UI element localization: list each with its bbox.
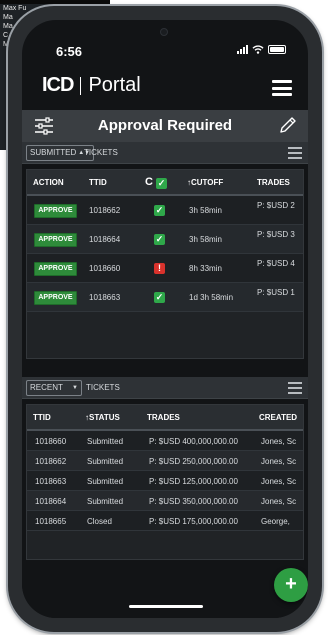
status-cell: Submitted: [87, 437, 124, 446]
signal-icon: [237, 45, 248, 54]
checkmark-icon: ✓: [154, 292, 165, 303]
table-row[interactable]: 1018664 Submitted P: $USD 350,000,000.00…: [27, 491, 303, 511]
trades-cell: P: $USD 4: [257, 259, 295, 268]
approval-rows: APPROVE 1018662 ✓ 3h 58min P: $USD 2 APP…: [27, 196, 303, 312]
col-check[interactable]: C ✓: [145, 176, 168, 189]
status-cell: Submitted: [87, 477, 124, 486]
hamburger-icon[interactable]: [272, 80, 292, 96]
page-title: Approval Required: [97, 117, 233, 134]
ttid-cell: 1018662: [35, 457, 67, 466]
status-filter-value: SUBMITTED: [30, 148, 77, 157]
approval-table-header: ACTION TTID C ✓ ↑CUTOFF TRADES: [27, 170, 303, 196]
created-cell: George,: [261, 517, 290, 526]
status-cell: Closed: [87, 517, 112, 526]
alert-icon: !: [154, 263, 165, 274]
trades-cell: P: $USD 350,000,000.00: [149, 497, 238, 506]
add-ticket-button[interactable]: +: [274, 568, 308, 602]
col-action[interactable]: ACTION: [33, 178, 64, 187]
trades-cell: P: $USD 400,000,000.00: [149, 437, 238, 446]
col-trades[interactable]: TRADES: [147, 413, 180, 422]
cutoff-cell: 8h 33min: [189, 264, 222, 273]
col-status[interactable]: ↑STATUS: [85, 413, 120, 422]
trades-cell: P: $USD 250,000,000.00: [149, 457, 238, 466]
status-icons: [237, 45, 286, 54]
status-time: 6:56: [56, 44, 83, 59]
logo-mark: ICD: [42, 74, 74, 96]
approve-button[interactable]: APPROVE: [34, 233, 77, 247]
ttid-cell: 1018660: [89, 264, 121, 273]
trades-cell: P: $USD 125,000,000.00: [149, 477, 238, 486]
table-row[interactable]: 1018663 Submitted P: $USD 125,000,000.00…: [27, 471, 303, 491]
col-ttid[interactable]: TTID: [33, 413, 51, 422]
home-indicator[interactable]: [129, 605, 203, 608]
created-cell: Jones, Sc: [261, 477, 297, 486]
logo-divider: [80, 76, 82, 95]
cutoff-cell: 3h 58min: [189, 235, 222, 244]
col-trades[interactable]: TRADES: [257, 178, 290, 187]
status-bar: 6:56: [22, 20, 308, 66]
table-row[interactable]: APPROVE 1018664 ✓ 3h 58min P: $USD 3: [27, 225, 303, 254]
list-menu-icon[interactable]: [288, 147, 302, 159]
col-cutoff[interactable]: ↑CUTOFF: [187, 178, 223, 187]
ttid-cell: 1018660: [35, 437, 67, 446]
ttid-cell: 1018663: [89, 293, 121, 302]
battery-icon: [268, 45, 286, 54]
table-row[interactable]: APPROVE 1018662 ✓ 3h 58min P: $USD 2: [27, 196, 303, 225]
tickets-label: TICKETS: [86, 383, 120, 392]
bottom-area: [22, 560, 308, 618]
camera-icon: [160, 28, 168, 36]
col-cutoff-label: CUTOFF: [191, 178, 224, 187]
page-titlebar: Approval Required: [22, 110, 308, 142]
table-row[interactable]: APPROVE 1018660 ! 8h 33min P: $USD 4: [27, 254, 303, 283]
recent-tickets-table: TTID ↑STATUS TRADES CREATED 1018660 Subm…: [26, 404, 304, 560]
ttid-cell: 1018663: [35, 477, 67, 486]
table-row[interactable]: 1018660 Submitted P: $USD 400,000,000.00…: [27, 431, 303, 451]
status-cell: Submitted: [87, 497, 124, 506]
ttid-cell: 1018665: [35, 517, 67, 526]
trades-cell: P: $USD 175,000,000.00: [149, 517, 238, 526]
trades-cell: P: $USD 3: [257, 230, 295, 239]
chevron-down-icon: ▼: [72, 385, 78, 391]
cutoff-cell: 1d 3h 58min: [189, 293, 234, 302]
col-ttid[interactable]: TTID: [89, 178, 107, 187]
wifi-icon: [252, 45, 264, 54]
table-row[interactable]: 1018665 Closed P: $USD 175,000,000.00 Ge…: [27, 511, 303, 531]
cutoff-cell: 3h 58min: [189, 206, 222, 215]
app-header: ICD Portal: [22, 66, 308, 110]
ttid-cell: 1018664: [89, 235, 121, 244]
table-row[interactable]: 1018662 Submitted P: $USD 250,000,000.00…: [27, 451, 303, 471]
table-row[interactable]: APPROVE 1018663 ✓ 1d 3h 58min P: $USD 1: [27, 283, 303, 312]
created-cell: Jones, Sc: [261, 437, 297, 446]
approval-table: ACTION TTID C ✓ ↑CUTOFF TRADES APPROVE 1…: [26, 169, 304, 359]
pencil-icon[interactable]: [278, 115, 298, 135]
checkmark-icon: ✓: [154, 205, 165, 216]
approve-button[interactable]: APPROVE: [34, 204, 77, 218]
ttid-cell: 1018664: [35, 497, 67, 506]
phone-screen: 6:56 ICD Portal Approval Required SUBMIT…: [22, 20, 308, 618]
trades-cell: P: $USD 1: [257, 288, 295, 297]
recent-filter-select[interactable]: RECENT ▼: [26, 380, 82, 396]
col-created[interactable]: CREATED: [259, 413, 297, 422]
approval-filter-bar: SUBMITTED ▲▼ TICKETS: [22, 142, 308, 164]
tickets-label: TICKETS: [84, 148, 118, 157]
status-cell: Submitted: [87, 457, 124, 466]
recent-filter-bar: RECENT ▼ TICKETS: [22, 377, 308, 399]
checkmark-icon: ✓: [154, 234, 165, 245]
app-name: Portal: [88, 74, 141, 96]
approve-button[interactable]: APPROVE: [34, 291, 77, 305]
ttid-cell: 1018662: [89, 206, 121, 215]
checkmark-icon: ✓: [156, 178, 168, 189]
approve-button[interactable]: APPROVE: [34, 262, 77, 276]
phone-frame: 6:56 ICD Portal Approval Required SUBMIT…: [8, 6, 322, 632]
created-cell: Jones, Sc: [261, 457, 297, 466]
col-status-label: STATUS: [89, 413, 120, 422]
recent-rows: 1018660 Submitted P: $USD 400,000,000.00…: [27, 431, 303, 531]
col-check-label: C: [145, 176, 153, 188]
list-menu-icon[interactable]: [288, 382, 302, 394]
trades-cell: P: $USD 2: [257, 201, 295, 210]
created-cell: Jones, Sc: [261, 497, 297, 506]
recent-filter-value: RECENT: [30, 383, 63, 392]
brand-logo: ICD Portal: [42, 74, 141, 97]
recent-table-header: TTID ↑STATUS TRADES CREATED: [27, 405, 303, 431]
